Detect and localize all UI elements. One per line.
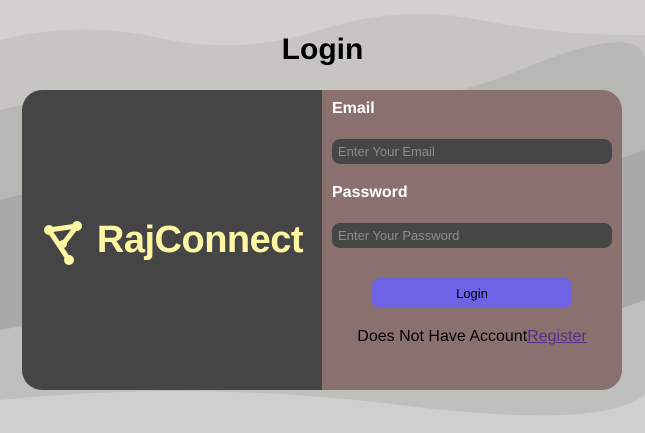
password-field[interactable]	[332, 223, 612, 248]
brand-name: RajConnect	[96, 218, 304, 261]
register-line: Does Not Have AccountRegister	[322, 328, 622, 346]
page-title: Login	[281, 33, 364, 66]
brand-panel: RajConnect	[22, 90, 322, 390]
password-label: Password	[332, 184, 408, 201]
login-button[interactable]: Login	[372, 278, 572, 308]
login-form: Email Password Login Does Not Have Accou…	[322, 90, 622, 390]
login-card: RajConnect Email Password Login Does Not…	[22, 90, 622, 390]
email-label: Email	[332, 100, 375, 117]
register-link[interactable]: Register	[527, 328, 587, 345]
email-field[interactable]	[332, 139, 612, 164]
register-prompt: Does Not Have Account	[357, 328, 528, 345]
network-triangle-icon	[43, 221, 82, 265]
